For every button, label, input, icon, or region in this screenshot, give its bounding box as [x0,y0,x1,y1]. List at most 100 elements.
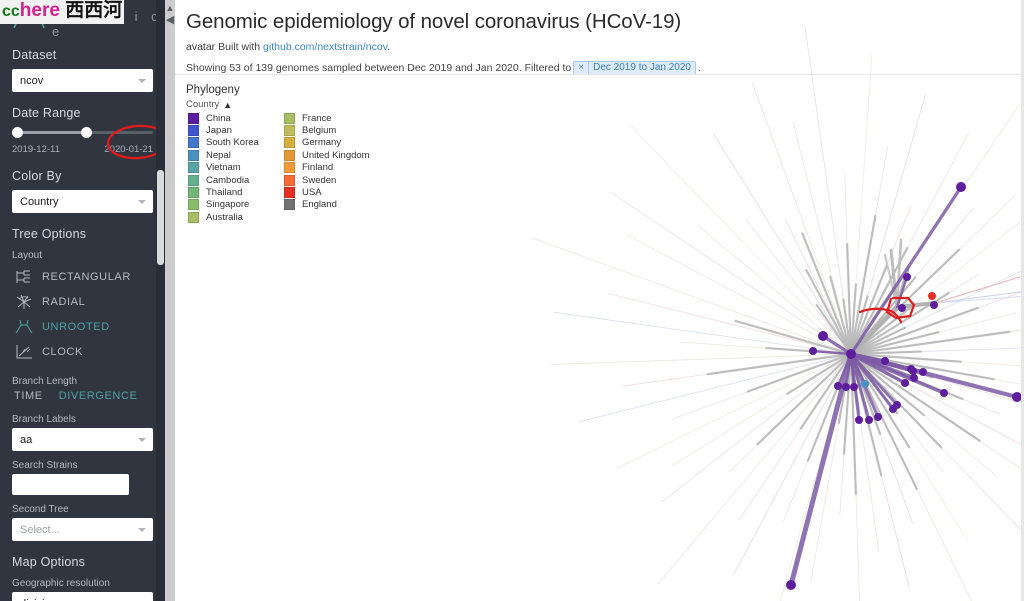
layout-option-clock[interactable]: CLOCK [0,339,165,364]
sidebar-scrollbar-thumb[interactable] [157,170,164,265]
tree-branch [712,133,852,355]
tree-branch [934,290,1024,304]
tree-branch [850,353,972,601]
watermark-overlay: cchere 西西河 [2,0,122,23]
dataset-section-title: Dataset [12,48,57,62]
watermark-chinese: 西西河 [65,0,123,21]
date-range-start: 2019-12-11 [12,144,60,155]
tree-branch [751,81,852,355]
tree-options-section-title: Tree Options [12,227,87,241]
tree-branch [849,185,963,356]
tree-node[interactable] [874,413,882,421]
tree-node[interactable] [881,357,889,365]
color-by-select-value: Country [20,195,59,208]
unrooted-tree-icon [15,319,33,333]
tree-node[interactable] [907,365,915,373]
tree-branch [625,233,852,355]
main-content: Genomic epidemiology of novel coronaviru… [175,0,1024,601]
dataset-select[interactable]: ncov [12,69,153,92]
tree-node[interactable] [928,292,936,300]
chevron-down-icon [138,437,146,442]
geo-resolution-label: Geographic resolution [12,578,110,589]
date-range-section-title: Date Range [12,106,81,120]
branch-labels-select-value: aa [20,433,33,446]
tree-node[interactable] [850,383,858,391]
second-tree-select-value: Select... [20,523,60,536]
search-strains-label: Search Strains [12,460,78,471]
app-root: a u s p i c e cchere 西西河 Dataset ncov Da… [0,0,1024,601]
tree-node[interactable] [940,389,948,397]
tree-branch [934,275,1024,304]
rectangular-tree-icon [16,270,30,283]
tree-faint-branches [531,26,1024,601]
tree-node[interactable] [898,304,906,312]
tree-branch [610,191,852,355]
tree-grey-branches [706,215,1024,496]
branch-length-divergence[interactable]: DIVERGENCE [59,390,138,402]
branch-length-toggle: TIME DIVERGENCE [0,390,165,402]
slider-handle-start[interactable] [12,127,23,138]
branch-length-label: Branch Length [12,376,78,387]
tree-node[interactable] [861,380,869,388]
layout-option-radial[interactable]: RADIAL [0,289,165,314]
branch-labels-label: Branch Labels [12,414,76,425]
tree-node-tips[interactable] [786,182,1022,590]
tree-node[interactable] [818,331,828,341]
geo-resolution-select-value: division [20,598,57,601]
slider-handle-end[interactable] [81,127,92,138]
second-tree-select[interactable]: Select... [12,518,153,541]
tree-node[interactable] [846,349,856,359]
geo-resolution-select[interactable]: division [12,592,153,601]
tree-canvas[interactable] [175,0,1024,601]
chevron-up-icon[interactable]: ▲ [165,3,175,13]
tree-node[interactable] [809,347,817,355]
watermark-here: here [19,0,60,21]
app-logo[interactable]: a u s p i c e cchere 西西河 [0,0,165,39]
watermark-cc: cc [2,3,20,20]
branch-length-time[interactable]: TIME [14,390,43,402]
tree-node[interactable] [834,382,842,390]
tree-node[interactable] [903,273,911,281]
second-tree-label: Second Tree [12,504,69,515]
tree-node[interactable] [919,368,927,376]
color-by-select[interactable]: Country [12,190,153,213]
slider-selected-range [16,131,86,134]
date-range-slider[interactable] [12,126,153,140]
dataset-select-value: ncov [20,74,44,87]
date-range-labels: 2019-12-11 2020-01-21 [12,144,153,155]
layout-option-unrooted-label: UNROOTED [42,320,110,333]
sidebar-scrollbar[interactable] [156,0,165,601]
color-by-section-title: Color By [12,169,62,183]
chevron-down-icon [138,78,146,83]
tree-node[interactable] [956,182,966,192]
branch-labels-select[interactable]: aa [12,428,153,451]
chevron-left-icon[interactable]: ◀ [165,15,175,26]
layout-option-unrooted[interactable]: UNROOTED [0,314,165,339]
chevron-down-icon [138,199,146,204]
tree-node[interactable] [842,383,850,391]
tree-branch [661,353,852,503]
chevron-down-icon [138,527,146,532]
tree-node[interactable] [786,580,796,590]
tree-node[interactable] [855,416,863,424]
clock-tree-icon [16,344,32,358]
tree-node[interactable] [901,379,909,387]
tree-node[interactable] [893,401,901,409]
sidebar-collapse-strip[interactable]: ▲ ◀ [165,0,175,601]
map-options-section-title: Map Options [12,555,86,569]
layout-option-rectangular[interactable]: RECTANGULAR [0,264,165,289]
layout-label: Layout [12,250,43,261]
tree-node[interactable] [865,416,873,424]
phylogeny-tree[interactable] [175,0,1024,601]
tree-node[interactable] [910,374,918,382]
tree-branch [628,123,852,355]
sidebar: a u s p i c e cchere 西西河 Dataset ncov Da… [0,0,165,601]
tree-node[interactable] [930,301,938,309]
search-strains-input[interactable] [12,474,129,495]
layout-option-radial-label: RADIAL [42,295,86,308]
radial-tree-icon [16,294,32,309]
tree-branch [788,351,854,588]
tree-branch [733,353,852,576]
date-range-end: 2020-01-21 [104,144,153,155]
tree-branch [578,353,852,423]
